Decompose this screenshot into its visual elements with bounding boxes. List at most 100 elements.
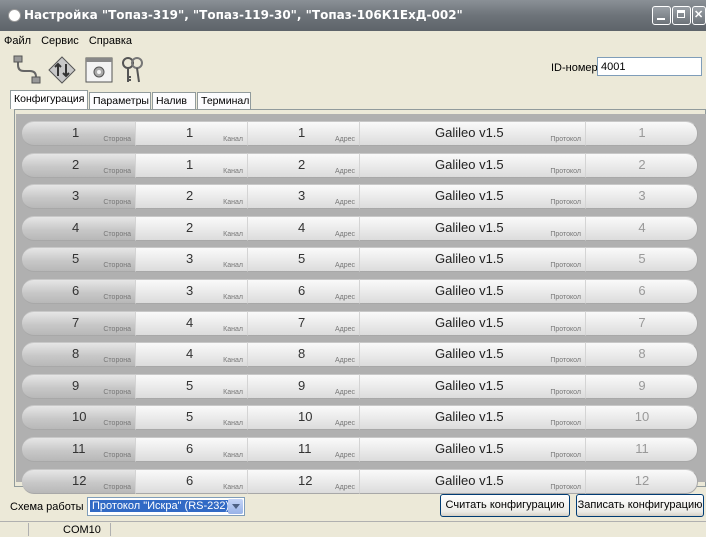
table-row[interactable]: 10 Сторона 5 Канал 10 Адрес Galileo v1.5 Проток… [22, 405, 698, 430]
extra-cell[interactable]: 3 [586, 184, 698, 209]
connect-cable-icon[interactable] [12, 55, 42, 85]
table-row[interactable]: 9 Сторона 5 Канал 9 Адрес Galileo v1.5 Протокол… [22, 374, 698, 399]
table-row[interactable]: 4 Сторона 2 Канал 4 Адрес Galileo v1.5 Протокол… [22, 216, 698, 241]
channel-cell[interactable]: 1 Канал [136, 153, 248, 178]
channel-cell[interactable]: 4 Канал [136, 342, 248, 367]
table-row[interactable]: 11 Сторона 6 Канал 11 Адрес Galileo v1.5 Проток… [22, 437, 698, 462]
protocol-cell[interactable]: Galileo v1.5 Протокол [360, 311, 586, 336]
maximize-button[interactable] [672, 6, 691, 25]
channel-cell[interactable]: 6 Канал [136, 437, 248, 462]
side-cell[interactable]: 2 Сторона [22, 153, 136, 178]
extra-cell[interactable]: 10 [586, 405, 698, 430]
channel-cell[interactable]: 2 Канал [136, 216, 248, 241]
protocol-cell[interactable]: Galileo v1.5 Протокол [360, 247, 586, 272]
protocol-cell-caption: Протокол [550, 326, 581, 333]
protocol-cell[interactable]: Galileo v1.5 Протокол [360, 405, 586, 430]
protocol-cell-value: Galileo v1.5 [435, 378, 504, 393]
channel-cell[interactable]: 3 Канал [136, 247, 248, 272]
protocol-cell[interactable]: Galileo v1.5 Протокол [360, 279, 586, 304]
protocol-cell[interactable]: Galileo v1.5 Протокол [360, 121, 586, 146]
extra-cell[interactable]: 6 [586, 279, 698, 304]
channel-cell[interactable]: 1 Канал [136, 121, 248, 146]
side-cell[interactable]: 4 Сторона [22, 216, 136, 241]
address-cell[interactable]: 12 Адрес [248, 469, 360, 494]
protocol-cell-caption: Протокол [550, 389, 581, 396]
extra-cell[interactable]: 12 [586, 469, 698, 494]
side-cell[interactable]: 1 Сторона [22, 121, 136, 146]
address-cell[interactable]: 4 Адрес [248, 216, 360, 241]
settings-icon[interactable] [84, 55, 114, 85]
side-cell[interactable]: 8 Сторона [22, 342, 136, 367]
read-config-button[interactable]: Считать конфигурацию [440, 494, 570, 517]
side-cell[interactable]: 6 Сторона [22, 279, 136, 304]
title-bar[interactable]: Настройка "Топаз-319", "Топаз-119-30", "… [0, 0, 706, 31]
protocol-cell[interactable]: Galileo v1.5 Протокол [360, 342, 586, 367]
side-cell-value: 8 [72, 346, 80, 361]
address-cell[interactable]: 5 Адрес [248, 247, 360, 272]
tab-configuration[interactable]: Конфигурация [10, 90, 88, 109]
protocol-cell[interactable]: Galileo v1.5 Протокол [360, 437, 586, 462]
channel-cell[interactable]: 5 Канал [136, 405, 248, 430]
protocol-cell-value: Galileo v1.5 [435, 157, 504, 172]
extra-cell[interactable]: 2 [586, 153, 698, 178]
protocol-cell[interactable]: Galileo v1.5 Протокол [360, 469, 586, 494]
address-cell[interactable]: 8 Адрес [248, 342, 360, 367]
extra-cell[interactable]: 1 [586, 121, 698, 146]
channel-cell[interactable]: 6 Канал [136, 469, 248, 494]
protocol-cell[interactable]: Galileo v1.5 Протокол [360, 184, 586, 209]
side-cell[interactable]: 11 Сторона [22, 437, 136, 462]
close-button[interactable] [692, 6, 706, 25]
tab-terminal[interactable]: Терминал [197, 92, 251, 109]
menu-help[interactable]: Справка [89, 35, 132, 47]
protocol-cell-value: Galileo v1.5 [435, 125, 504, 140]
address-cell[interactable]: 10 Адрес [248, 405, 360, 430]
write-config-button[interactable]: Записать конфигурацию [576, 494, 704, 517]
side-cell[interactable]: 10 Сторона [22, 405, 136, 430]
id-input[interactable] [597, 57, 702, 76]
table-row[interactable]: 1 Сторона 1 Канал 1 Адрес Galileo v1.5 Протокол… [22, 121, 698, 146]
protocol-cell[interactable]: Galileo v1.5 Протокол [360, 153, 586, 178]
table-row[interactable]: 7 Сторона 4 Канал 7 Адрес Galileo v1.5 Протокол… [22, 311, 698, 336]
side-cell[interactable]: 3 Сторона [22, 184, 136, 209]
side-cell[interactable]: 9 Сторона [22, 374, 136, 399]
address-cell[interactable]: 3 Адрес [248, 184, 360, 209]
channel-cell[interactable]: 2 Канал [136, 184, 248, 209]
address-cell-caption: Адрес [334, 262, 355, 269]
table-row[interactable]: 6 Сторона 3 Канал 6 Адрес Galileo v1.5 Протокол… [22, 279, 698, 304]
menu-file[interactable]: Файл [4, 35, 31, 47]
channel-cell[interactable]: 5 Канал [136, 374, 248, 399]
protocol-cell[interactable]: Galileo v1.5 Протокол [360, 216, 586, 241]
extra-cell[interactable]: 4 [586, 216, 698, 241]
window-title: Настройка "Топаз-319", "Топаз-119-30", "… [24, 8, 463, 22]
channel-cell[interactable]: 3 Канал [136, 279, 248, 304]
table-row[interactable]: 12 Сторона 6 Канал 12 Адрес Galileo v1.5 Проток… [22, 469, 698, 494]
address-cell[interactable]: 11 Адрес [248, 437, 360, 462]
extra-cell[interactable]: 9 [586, 374, 698, 399]
address-cell[interactable]: 1 Адрес [248, 121, 360, 146]
keys-icon[interactable] [118, 55, 148, 85]
address-cell[interactable]: 2 Адрес [248, 153, 360, 178]
extra-cell[interactable]: 8 [586, 342, 698, 367]
side-cell[interactable]: 5 Сторона [22, 247, 136, 272]
table-row[interactable]: 2 Сторона 1 Канал 2 Адрес Galileo v1.5 Протокол… [22, 153, 698, 178]
extra-cell[interactable]: 11 [586, 437, 698, 462]
menu-service[interactable]: Сервис [41, 35, 79, 47]
mode-select[interactable]: Протокол "Искра" (RS-232) [87, 497, 245, 516]
channel-cell[interactable]: 4 Канал [136, 311, 248, 336]
extra-cell[interactable]: 5 [586, 247, 698, 272]
address-cell[interactable]: 9 Адрес [248, 374, 360, 399]
protocol-cell[interactable]: Galileo v1.5 Протокол [360, 374, 586, 399]
transfer-arrows-icon[interactable] [47, 55, 77, 85]
extra-cell[interactable]: 7 [586, 311, 698, 336]
table-row[interactable]: 8 Сторона 4 Канал 8 Адрес Galileo v1.5 Протокол… [22, 342, 698, 367]
table-row[interactable]: 3 Сторона 2 Канал 3 Адрес Galileo v1.5 Протокол… [22, 184, 698, 209]
tab-parameters[interactable]: Параметры [89, 92, 151, 109]
table-row[interactable]: 5 Сторона 3 Канал 5 Адрес Galileo v1.5 Протокол… [22, 247, 698, 272]
chevron-down-icon[interactable] [228, 499, 243, 514]
tab-filling[interactable]: Налив [152, 92, 196, 109]
side-cell[interactable]: 12 Сторона [22, 469, 136, 494]
address-cell[interactable]: 7 Адрес [248, 311, 360, 336]
side-cell[interactable]: 7 Сторона [22, 311, 136, 336]
minimize-button[interactable] [652, 6, 671, 25]
address-cell[interactable]: 6 Адрес [248, 279, 360, 304]
